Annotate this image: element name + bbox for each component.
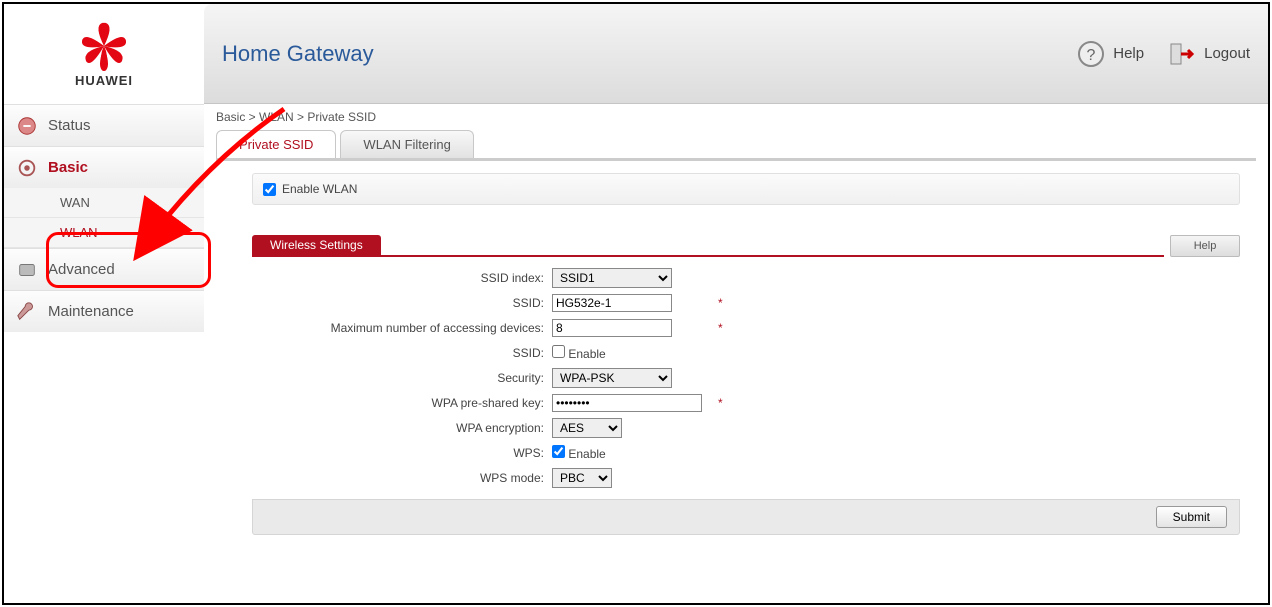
tab-private-ssid[interactable]: Private SSID xyxy=(216,130,336,158)
sidebar-label-advanced: Advanced xyxy=(48,261,115,278)
psk-input[interactable] xyxy=(552,394,702,412)
security-select[interactable]: WPA-PSK xyxy=(552,368,672,388)
ssid-input[interactable] xyxy=(552,294,672,312)
section-help-button[interactable]: Help xyxy=(1170,235,1240,257)
status-icon xyxy=(16,115,38,137)
logout-icon xyxy=(1168,40,1196,68)
wps-mode-label: WPS mode: xyxy=(252,471,552,485)
content-area: Home Gateway ? Help Logout Basic > WLAN … xyxy=(204,4,1268,603)
submit-button[interactable]: Submit xyxy=(1156,506,1227,528)
sidebar-item-status[interactable]: Status xyxy=(4,104,204,146)
ssid-index-label: SSID index: xyxy=(252,271,552,285)
section-title: Wireless Settings xyxy=(252,235,381,257)
wrench-icon xyxy=(16,301,38,323)
ssid-enable-checkbox[interactable] xyxy=(552,345,565,358)
sidebar-label-maintenance: Maintenance xyxy=(48,303,134,320)
submit-bar: Submit xyxy=(252,499,1240,535)
sidebar-subitem-wlan[interactable]: WLAN xyxy=(4,218,204,248)
ssid-enable-label: SSID: xyxy=(252,346,552,360)
sidebar-subitem-wan[interactable]: WAN xyxy=(4,188,204,218)
enable-wlan-checkbox[interactable] xyxy=(263,183,276,196)
brand-logo: HUAWEI xyxy=(4,4,204,104)
sidebar-item-advanced[interactable]: Advanced xyxy=(4,248,204,290)
brand-text: HUAWEI xyxy=(75,73,133,88)
max-devices-label: Maximum number of accessing devices: xyxy=(252,321,552,335)
required-marker: * xyxy=(718,296,723,310)
wps-checkbox[interactable] xyxy=(552,445,565,458)
breadcrumb: Basic > WLAN > Private SSID xyxy=(204,104,1268,130)
sidebar-label-status: Status xyxy=(48,117,91,134)
tab-wlan-filtering[interactable]: WLAN Filtering xyxy=(340,130,473,158)
sidebar-item-basic[interactable]: Basic xyxy=(4,146,204,188)
advanced-icon xyxy=(16,259,38,281)
logout-button[interactable]: Logout xyxy=(1168,40,1250,68)
tab-bar: Private SSID WLAN Filtering xyxy=(216,130,1268,158)
wps-mode-select[interactable]: PBC xyxy=(552,468,612,488)
sidebar-label-basic: Basic xyxy=(48,159,88,176)
help-button[interactable]: ? Help xyxy=(1077,40,1144,68)
ssid-index-select[interactable]: SSID1 xyxy=(552,268,672,288)
enable-wlan-label: Enable WLAN xyxy=(282,182,357,196)
gear-icon xyxy=(16,157,38,179)
required-marker: * xyxy=(718,321,723,335)
sidebar: HUAWEI Status Basic WAN WLAN Advanced Ma… xyxy=(4,4,204,603)
required-marker: * xyxy=(718,396,723,410)
psk-label: WPA pre-shared key: xyxy=(252,396,552,410)
security-label: Security: xyxy=(252,371,552,385)
wps-label: WPS: xyxy=(252,446,552,460)
max-devices-input[interactable] xyxy=(552,319,672,337)
enable-wlan-row: Enable WLAN xyxy=(252,173,1240,205)
sidebar-item-maintenance[interactable]: Maintenance xyxy=(4,290,204,332)
header-bar: Home Gateway ? Help Logout xyxy=(204,4,1268,104)
ssid-label: SSID: xyxy=(252,296,552,310)
section-header: Wireless Settings Help xyxy=(252,235,1240,257)
help-icon: ? xyxy=(1077,40,1105,68)
wireless-settings-form: SSID index: SSID1 SSID: * Maximum number… xyxy=(252,257,1240,499)
encryption-select[interactable]: AES xyxy=(552,418,622,438)
page-title: Home Gateway xyxy=(222,41,1053,67)
encryption-label: WPA encryption: xyxy=(252,421,552,435)
svg-text:?: ? xyxy=(1087,47,1096,64)
huawei-flower-icon xyxy=(74,21,134,71)
